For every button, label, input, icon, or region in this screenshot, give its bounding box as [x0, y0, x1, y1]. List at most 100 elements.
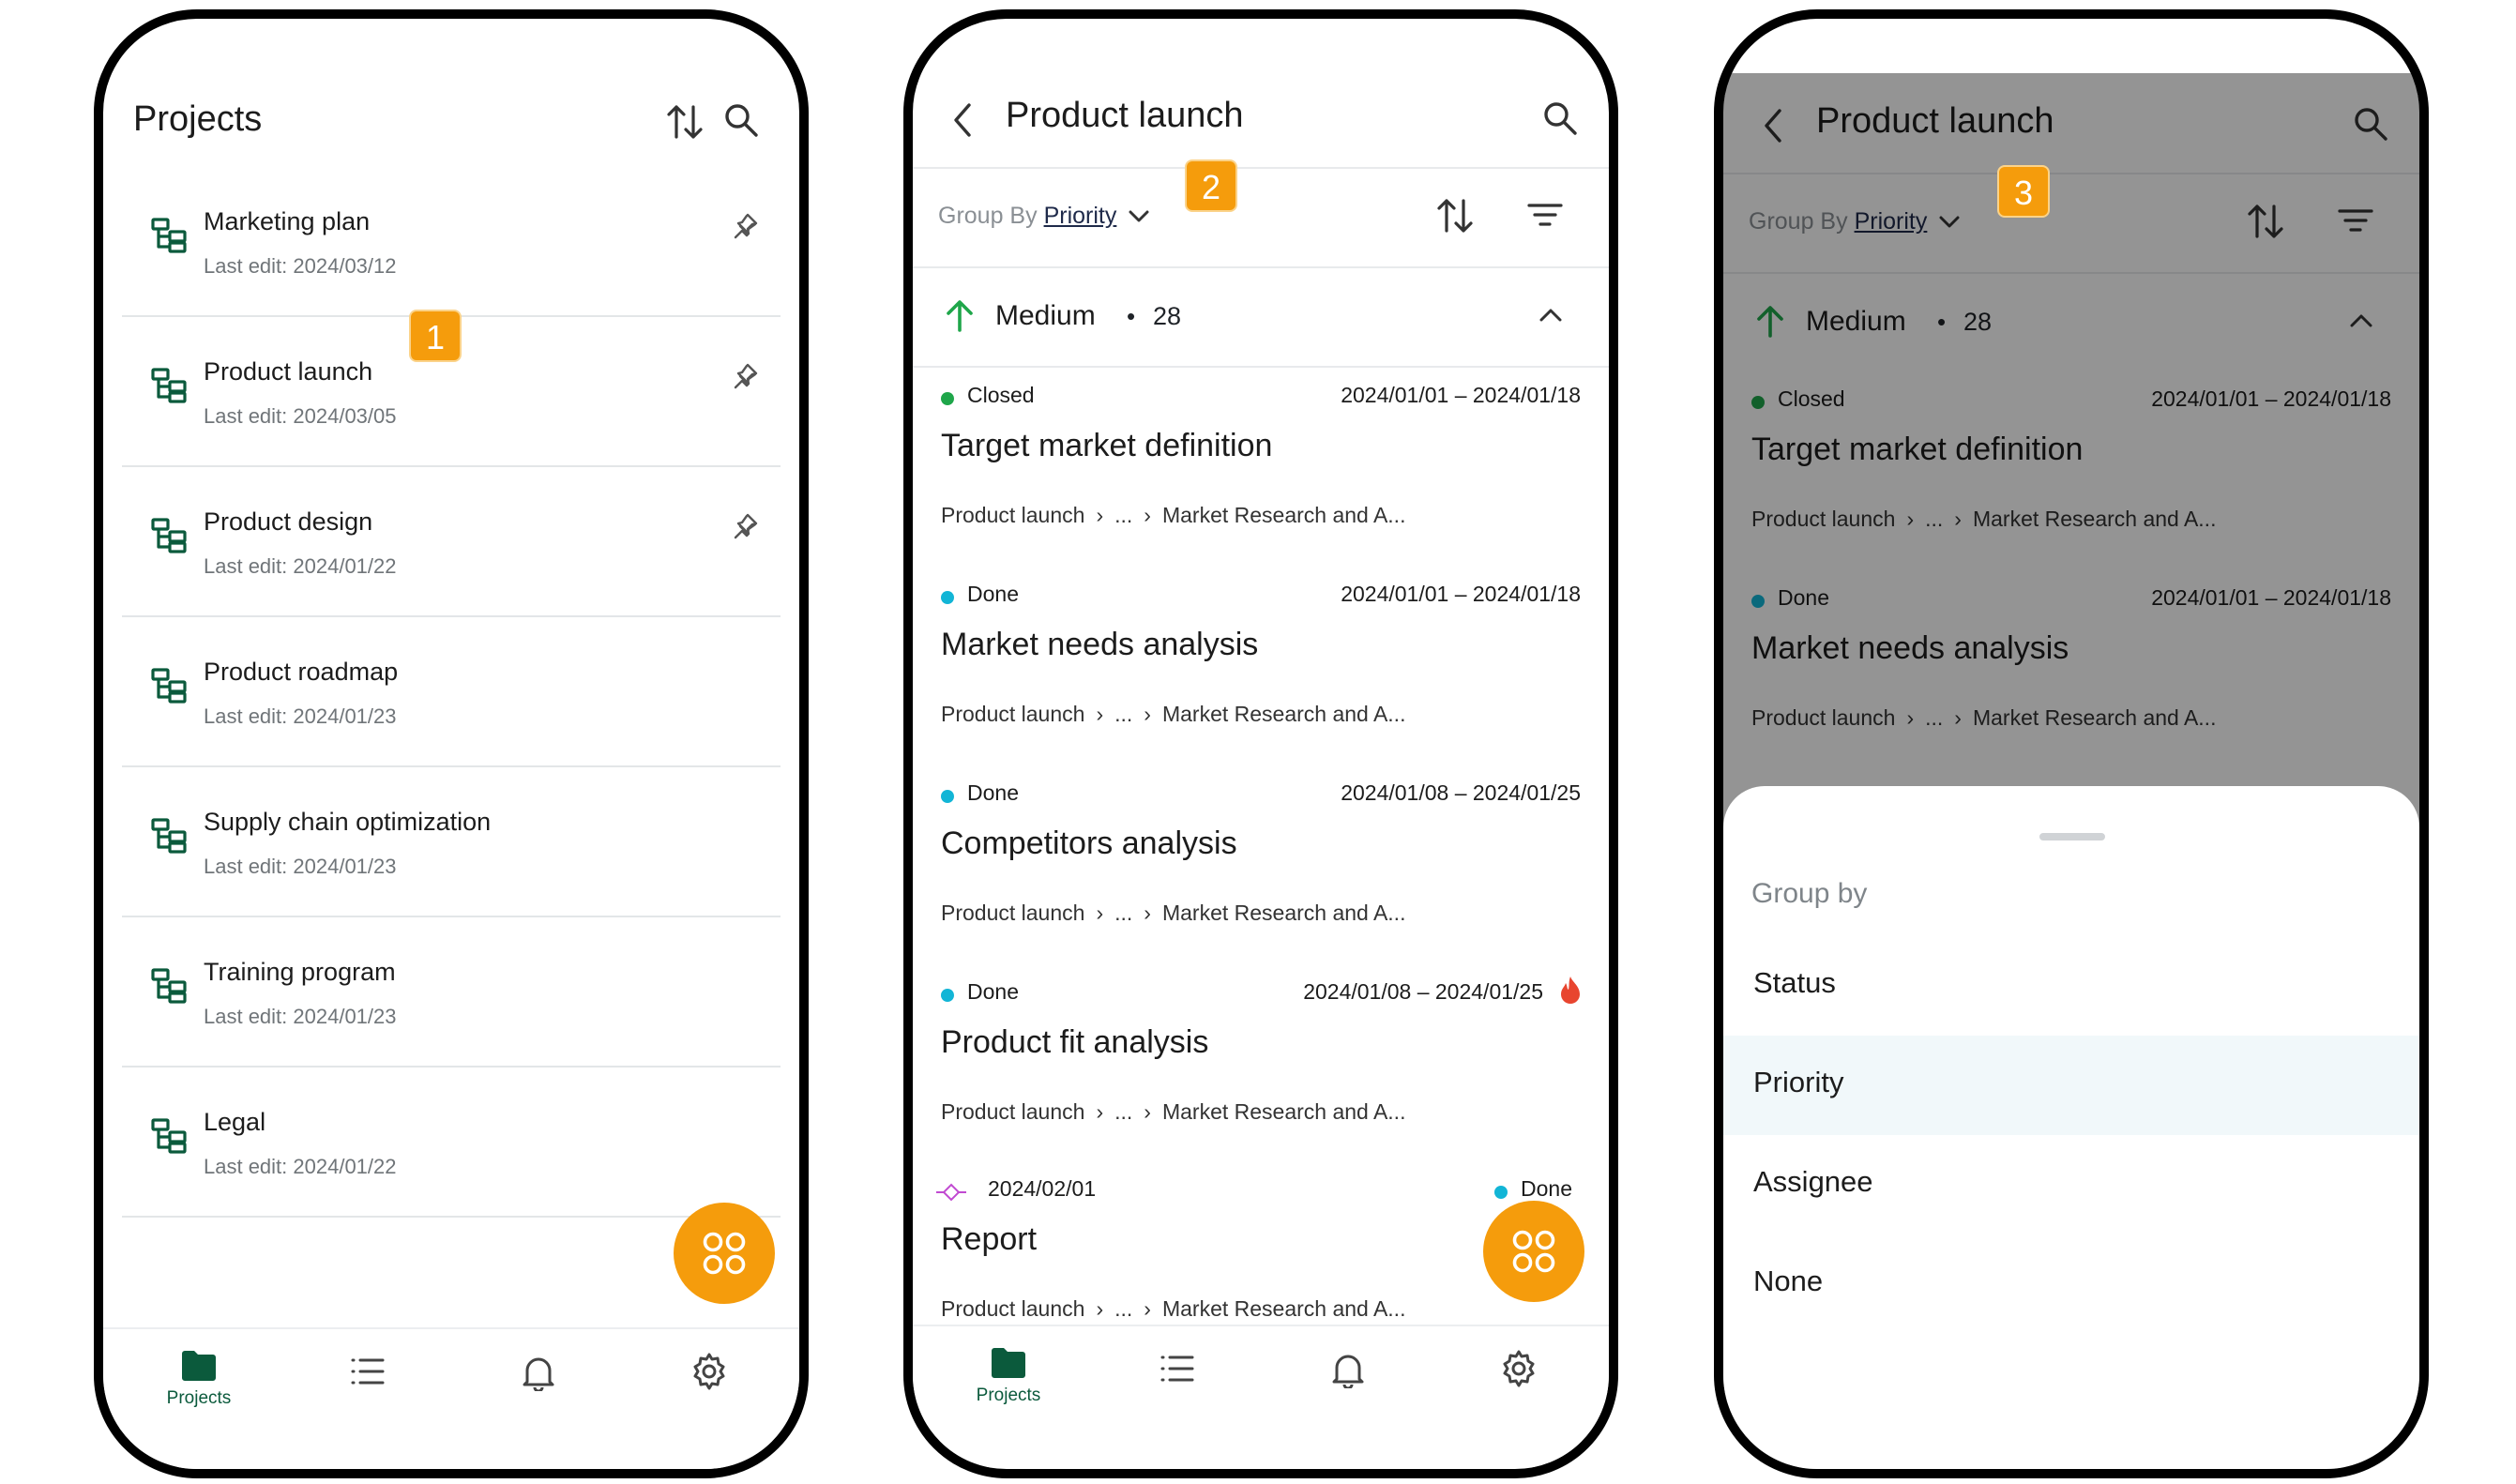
back-chevron-icon[interactable] [1761, 107, 1787, 149]
group-by-option-assignee[interactable]: Assignee [1723, 1135, 2419, 1234]
status-dot [941, 790, 954, 803]
option-label: Priority [1753, 1066, 1844, 1098]
breadcrumb-ellipsis[interactable]: ... [1114, 901, 1132, 925]
chevron-up-icon [2350, 314, 2372, 327]
breadcrumb-parent[interactable]: Market Research and A... [1973, 507, 2217, 531]
priority-section-header[interactable]: Medium • 28 [913, 268, 1609, 366]
arrow-up-priority-icon [947, 300, 973, 332]
project-list-item[interactable]: Product design Last edit: 2024/01/22 [122, 489, 781, 617]
nav-settings[interactable] [1472, 1349, 1566, 1393]
pin-icon[interactable] [732, 513, 758, 546]
project-icon [150, 1117, 188, 1159]
chevron-right-icon: › [1906, 507, 1915, 531]
group-by-selector[interactable]: Group By Priority [1749, 208, 1960, 235]
task-name: Target market definition [941, 428, 1273, 463]
breadcrumb-ellipsis[interactable]: ... [1114, 503, 1132, 527]
sort-icon[interactable] [2245, 201, 2286, 247]
apps-grid-icon [703, 1232, 746, 1275]
breadcrumb-parent[interactable]: Market Research and A... [1162, 901, 1406, 925]
breadcrumb-project[interactable]: Product launch [941, 1099, 1084, 1124]
breadcrumb-project[interactable]: Product launch [1751, 507, 1895, 531]
project-tree-icon [151, 968, 187, 1004]
sort-icon[interactable] [664, 101, 705, 147]
breadcrumb-parent[interactable]: Market Research and A... [1162, 1296, 1406, 1321]
milestone-name: Report [941, 1221, 1038, 1257]
filter-icon[interactable] [1526, 201, 1564, 235]
project-icon [150, 817, 188, 859]
project-list-item[interactable]: Training program Last edit: 2024/01/23 [122, 939, 781, 1068]
group-by-option-priority[interactable]: Priority [1723, 1036, 2419, 1135]
breadcrumb-ellipsis[interactable]: ... [1114, 1296, 1132, 1321]
project-name: Training program [204, 958, 396, 986]
task-row[interactable]: Done 2024/01/08 – 2024/01/25 Competitors a… [913, 775, 1609, 974]
sheet-drag-handle[interactable] [2039, 833, 2105, 840]
search-icon[interactable] [2352, 105, 2389, 147]
apps-fab-button[interactable] [674, 1203, 775, 1304]
project-name: Product launch [204, 357, 373, 386]
project-list-item[interactable]: Supply chain optimization Last edit: 2024… [122, 789, 781, 917]
back-chevron-icon[interactable] [950, 101, 977, 144]
project-list-item[interactable]: Marketing plan Last edit: 2024/03/12 [122, 189, 781, 317]
filter-icon[interactable] [2337, 206, 2374, 241]
nav-notifications[interactable] [1301, 1351, 1395, 1393]
task-row[interactable]: Done 2024/01/08 – 2024/01/25 Product fit a… [913, 974, 1609, 1173]
breadcrumb-parent[interactable]: Market Research and A... [1162, 503, 1406, 527]
pin-icon[interactable] [732, 213, 758, 246]
breadcrumb: Product launch ›... › Market Research and A… [1751, 705, 2216, 731]
breadcrumb-parent[interactable]: Market Research and A... [1162, 1099, 1406, 1124]
nav-projects[interactable]: Projects [962, 1347, 1055, 1406]
group-by-selector[interactable]: Group By Priority [938, 203, 1149, 230]
search-icon[interactable] [722, 101, 760, 144]
task-status: Done [967, 979, 1019, 1004]
breadcrumb-project[interactable]: Product launch [941, 1296, 1084, 1321]
group-by-option-status[interactable]: Status [1723, 936, 2419, 1036]
nav-projects[interactable]: Projects [152, 1350, 246, 1409]
breadcrumb-ellipsis[interactable]: ... [1925, 705, 1943, 730]
breadcrumb-project[interactable]: Product launch [941, 901, 1084, 925]
breadcrumb-project[interactable]: Product launch [941, 702, 1084, 726]
chevron-right-icon: › [1144, 1296, 1151, 1321]
breadcrumb-parent[interactable]: Market Research and A... [1973, 705, 2217, 730]
nav-tasks[interactable] [321, 1355, 415, 1392]
task-row[interactable]: Closed 2024/01/01 – 2024/01/18 Target mark… [913, 377, 1609, 576]
project-last-edit: Last edit: 2024/01/22 [204, 1155, 397, 1178]
breadcrumb: Product launch ›... › Market Research and A… [941, 1296, 1405, 1322]
task-name: Market needs analysis [1751, 630, 2069, 666]
task-row[interactable]: Done 2024/01/01 – 2024/01/18 Market needs … [913, 576, 1609, 775]
chevron-right-icon: › [1954, 507, 1962, 531]
nav-tasks[interactable] [1130, 1353, 1224, 1389]
apps-fab-button[interactable] [1483, 1201, 1584, 1302]
step-badge-2: 2 [1185, 159, 1237, 212]
project-last-edit: Last edit: 2024/01/23 [204, 1005, 397, 1028]
chevron-right-icon: › [1096, 503, 1104, 527]
project-list-item[interactable]: Product roadmap Last edit: 2024/01/23 [122, 639, 781, 767]
chevron-right-icon: › [1954, 705, 1962, 730]
status-dot [1751, 595, 1765, 608]
task-row[interactable]: Done 2024/01/01 – 2024/01/18 Market needs … [1723, 580, 2419, 779]
page-title: Product launch [1816, 101, 2054, 141]
task-dates: 2024/01/08 – 2024/01/25 [1303, 979, 1543, 1004]
project-name: Legal [204, 1108, 266, 1136]
sort-icon[interactable] [1434, 195, 1476, 241]
breadcrumb-ellipsis[interactable]: ... [1925, 507, 1943, 531]
breadcrumb-project[interactable]: Product launch [941, 503, 1084, 527]
priority-section-header[interactable]: Medium • 28 [1723, 274, 2419, 371]
nav-settings[interactable] [662, 1352, 756, 1396]
breadcrumb-ellipsis[interactable]: ... [1114, 702, 1132, 726]
project-list-item[interactable]: Legal Last edit: 2024/01/22 [122, 1089, 781, 1218]
project-icon [150, 217, 188, 259]
nav-projects-label: Projects [976, 1386, 1041, 1405]
breadcrumb-parent[interactable]: Market Research and A... [1162, 702, 1406, 726]
task-row[interactable]: Closed 2024/01/01 – 2024/01/18 Target mark… [1723, 381, 2419, 580]
pin-icon[interactable] [732, 363, 758, 396]
search-icon[interactable] [1541, 99, 1579, 142]
task-dates: 2024/01/08 – 2024/01/25 [1341, 780, 1581, 805]
group-by-option-none[interactable]: None [1723, 1234, 2419, 1334]
breadcrumb-ellipsis[interactable]: ... [1114, 1099, 1132, 1124]
breadcrumb: Product launch ›... › Market Research and A… [1751, 507, 2216, 532]
phone-projects-screen: Projects Marketing plan Last edit: 2024/0… [94, 9, 809, 1478]
project-last-edit: Last edit: 2024/01/23 [204, 704, 397, 728]
chevron-right-icon: › [1096, 702, 1104, 726]
breadcrumb-project[interactable]: Product launch [1751, 705, 1895, 730]
nav-notifications[interactable] [492, 1354, 585, 1396]
